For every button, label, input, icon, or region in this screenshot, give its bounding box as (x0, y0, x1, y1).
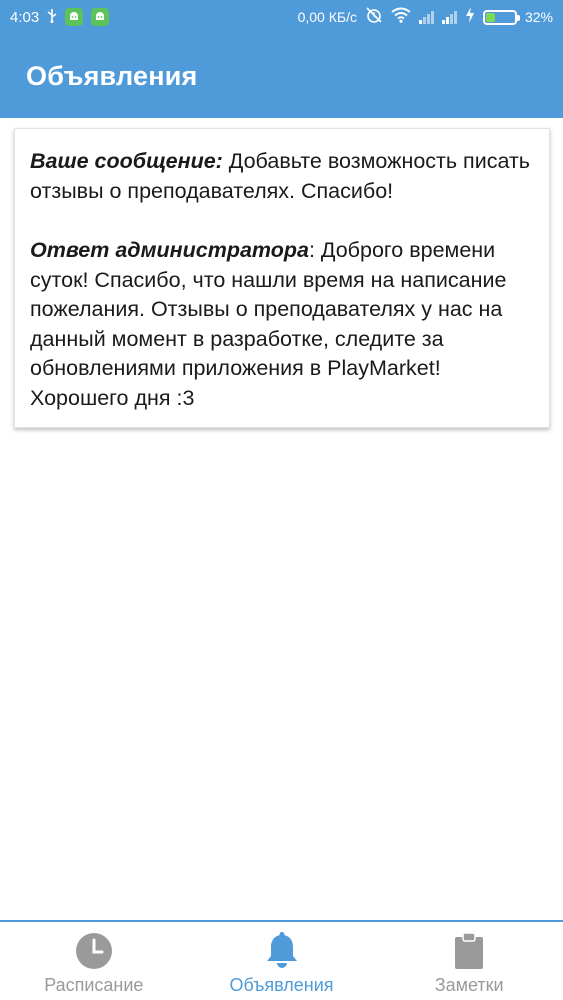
nav-item-announcements[interactable]: Объявления (188, 922, 376, 996)
admin-reply-label: Ответ администратора (30, 238, 309, 262)
user-message: Ваше сообщение: Добавьте возможность пис… (30, 147, 533, 206)
user-message-label: Ваше сообщение: (30, 149, 223, 173)
status-time: 4:03 (10, 8, 40, 26)
signal-icon (418, 10, 434, 24)
bell-icon (264, 932, 300, 970)
app-bar: Объявления (0, 34, 563, 118)
bottom-nav: Расписание Объявления Заметки (0, 920, 563, 1000)
nav-label: Объявления (229, 975, 334, 995)
android-icon (91, 8, 110, 26)
battery-icon (482, 9, 520, 25)
net-speed: 0,00 КБ/с (297, 9, 357, 25)
page-title: Объявления (26, 60, 198, 91)
nav-item-notes[interactable]: Заметки (375, 922, 563, 996)
screen: 4:03 0,00 КБ/с 32% Объявления Ваше сообщ… (0, 0, 563, 1000)
announcements-list[interactable]: Ваше сообщение: Добавьте возможность пис… (0, 118, 563, 920)
signal-icon (441, 10, 457, 24)
usb-icon (47, 9, 57, 25)
status-right: 0,00 КБ/с 32% (298, 6, 553, 28)
announcement-card[interactable]: Ваше сообщение: Добавьте возможность пис… (14, 128, 550, 428)
wifi-icon (391, 7, 411, 27)
status-bar: 4:03 0,00 КБ/с 32% (0, 0, 563, 34)
nav-label: Заметки (434, 975, 504, 995)
android-icon (65, 8, 84, 26)
charging-icon (465, 7, 475, 27)
admin-reply-text: : Доброго времени суток! Спасибо, что на… (30, 238, 507, 410)
alarm-off-icon (365, 6, 383, 28)
clock-icon (75, 932, 113, 970)
admin-reply: Ответ администратора: Доброго времени су… (30, 236, 533, 413)
nav-label: Расписание (44, 975, 144, 995)
clipboard-icon (454, 932, 484, 970)
status-left: 4:03 (10, 8, 110, 26)
battery-percent: 32% (524, 9, 553, 25)
battery-fill (485, 12, 495, 22)
nav-item-schedule[interactable]: Расписание (0, 922, 188, 996)
